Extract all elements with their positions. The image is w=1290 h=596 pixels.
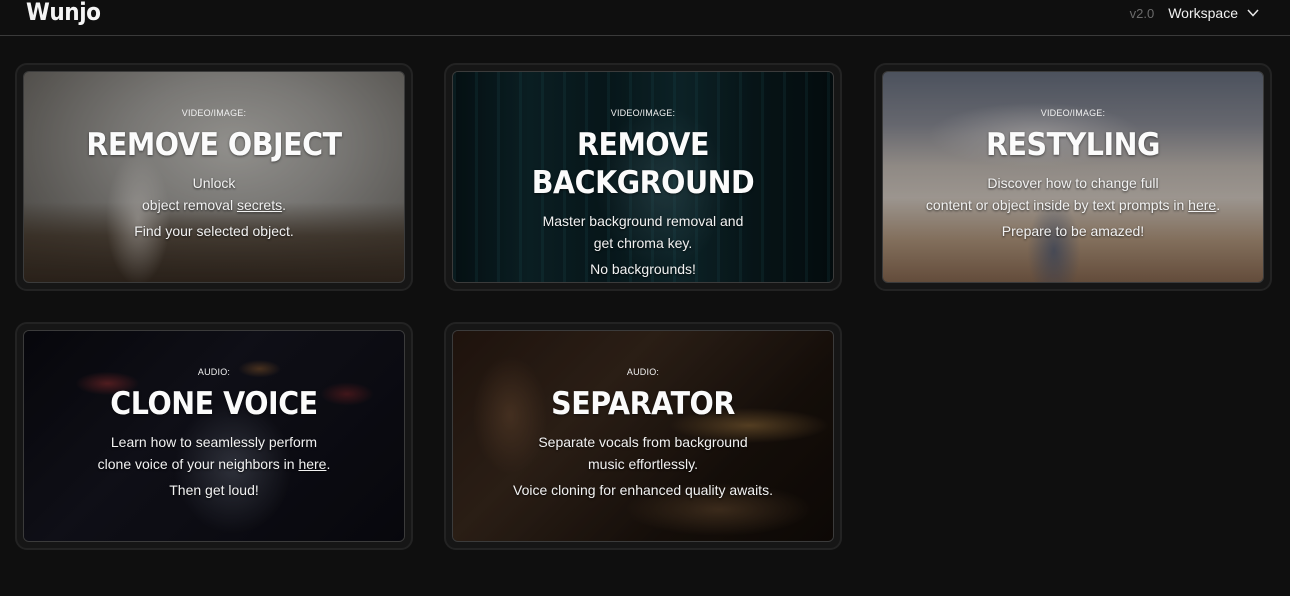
desc-punct: . — [282, 197, 286, 213]
card-remove-object[interactable]: VIDEO/IMAGE: REMOVE OBJECT Unlock object… — [15, 63, 413, 291]
card-kicker: VIDEO/IMAGE: — [610, 108, 676, 118]
here-link[interactable]: here — [1188, 197, 1216, 213]
card-image: AUDIO: SEPARATOR Separate vocals from ba… — [452, 330, 834, 542]
card-tagline: No backgrounds! — [590, 261, 696, 277]
card-tagline: Voice cloning for enhanced quality await… — [513, 482, 773, 498]
card-description: Separate vocals from background music ef… — [453, 431, 833, 475]
card-tagline: Then get loud! — [169, 482, 259, 498]
desc-line-2: get chroma key. — [453, 232, 833, 254]
top-right-nav: v2.0 Workspace — [1130, 5, 1260, 21]
desc-text: clone voice of your neighbors in — [97, 456, 299, 472]
desc-line-1: Master background removal and — [542, 213, 744, 229]
card-description: Master background removal and get chroma… — [453, 210, 833, 254]
desc-text: object removal — [142, 197, 237, 213]
desc-line-1: Unlock — [192, 175, 236, 191]
card-image: VIDEO/IMAGE: REMOVE BACKGROUND Master ba… — [452, 71, 834, 283]
card-description: Discover how to change full content or o… — [883, 172, 1263, 216]
desc-line-2: clone voice of your neighbors in here. — [24, 453, 404, 475]
top-bar: Wunjo v2.0 Workspace — [0, 0, 1290, 36]
desc-line-2: music effortlessly. — [453, 453, 833, 475]
chevron-down-icon — [1247, 9, 1259, 17]
card-separator[interactable]: AUDIO: SEPARATOR Separate vocals from ba… — [444, 322, 842, 550]
desc-line-1: Discover how to change full — [987, 175, 1159, 191]
card-restyling[interactable]: VIDEO/IMAGE: RESTYLING Discover how to c… — [874, 63, 1272, 291]
desc-text: get chroma key. — [593, 235, 693, 251]
card-title: RESTYLING — [985, 127, 1161, 163]
card-clone-voice[interactable]: AUDIO: CLONE VOICE Learn how to seamless… — [15, 322, 413, 550]
card-image: VIDEO/IMAGE: RESTYLING Discover how to c… — [882, 71, 1264, 283]
desc-line-1: Separate vocals from background — [538, 434, 748, 450]
here-link[interactable]: here — [298, 456, 326, 472]
card-kicker: VIDEO/IMAGE: — [1040, 108, 1106, 118]
card-kicker: AUDIO: — [197, 367, 231, 377]
workspace-label: Workspace — [1168, 5, 1238, 21]
card-title: REMOVE OBJECT — [86, 127, 342, 163]
card-title: CLONE VOICE — [110, 386, 318, 422]
card-image: AUDIO: CLONE VOICE Learn how to seamless… — [23, 330, 405, 542]
card-kicker: VIDEO/IMAGE: — [181, 108, 247, 118]
card-description: Learn how to seamlessly perform clone vo… — [24, 431, 404, 475]
card-kicker: AUDIO: — [626, 367, 660, 377]
desc-line-1: Learn how to seamlessly perform — [110, 434, 318, 450]
desc-punct: . — [1216, 197, 1221, 213]
card-title: SEPARATOR — [551, 386, 735, 422]
workspace-dropdown[interactable]: Workspace — [1168, 5, 1260, 21]
desc-line-2: object removal secrets. — [24, 194, 404, 216]
card-remove-background[interactable]: VIDEO/IMAGE: REMOVE BACKGROUND Master ba… — [444, 63, 842, 291]
app-logo[interactable]: Wunjo — [26, 0, 101, 26]
card-tagline: Find your selected object. — [134, 223, 294, 239]
card-image: VIDEO/IMAGE: REMOVE OBJECT Unlock object… — [23, 71, 405, 283]
version-label: v2.0 — [1129, 5, 1155, 21]
desc-line-2: content or object inside by text prompts… — [883, 194, 1263, 216]
desc-punct: . — [326, 456, 331, 472]
desc-text: content or object inside by text prompts… — [925, 197, 1189, 213]
secrets-link[interactable]: secrets — [237, 197, 282, 213]
desc-text: music effortlessly. — [588, 456, 698, 472]
card-title: REMOVE BACKGROUND — [531, 127, 755, 201]
card-tagline: Prepare to be amazed! — [1001, 223, 1145, 239]
card-description: Unlock object removal secrets. — [24, 172, 404, 216]
